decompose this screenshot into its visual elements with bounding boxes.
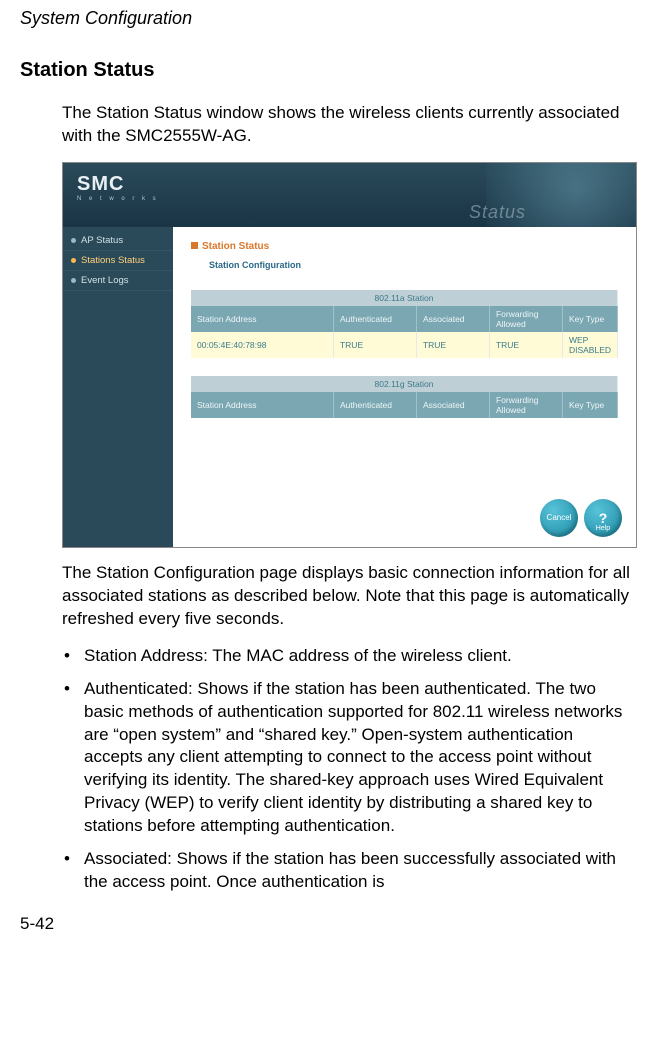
help-label: Help (596, 525, 610, 532)
cell-station-address: 00:05:4E:40:78:98 (191, 332, 333, 358)
col-header: Forwarding Allowed (489, 306, 562, 332)
sidebar-item-label: AP Status (81, 235, 123, 246)
square-icon (191, 242, 198, 249)
section-title: Station Status (20, 59, 630, 82)
embedded-screenshot: SMC N e t w o r k s Status Home Logout A… (62, 162, 637, 548)
list-item: Associated: Shows if the station has bee… (84, 848, 630, 894)
running-header: System Configuration (20, 8, 630, 29)
help-icon: ? (599, 510, 608, 526)
col-header: Key Type (562, 306, 617, 332)
sidebar: AP Status Stations Status Event Logs (63, 227, 173, 547)
sidebar-item-label: Stations Status (81, 255, 145, 266)
header-status-word: Status (469, 202, 526, 223)
cancel-label: Cancel (547, 513, 572, 522)
col-header: Authenticated (334, 392, 417, 418)
cell-forwarding: TRUE (489, 332, 562, 358)
band-header-a: 802.11a Station (191, 290, 618, 306)
bullet-icon (71, 258, 76, 263)
col-header: Forwarding Allowed (490, 392, 563, 418)
sidebar-item-event-logs[interactable]: Event Logs (63, 271, 173, 291)
bullet-icon (71, 278, 76, 283)
cell-key-type: WEP DISABLED (562, 332, 617, 358)
col-header: Station Address (191, 392, 334, 418)
table-802-11g: 802.11g Station Station Address Authenti… (191, 376, 618, 418)
panel-subtitle: Station Configuration (209, 260, 618, 270)
sidebar-item-label: Event Logs (81, 275, 129, 286)
col-header: Associated (417, 392, 490, 418)
col-header: Station Address (191, 306, 333, 332)
action-buttons: Cancel ?Help (540, 499, 622, 537)
table-row: 00:05:4E:40:78:98 TRUE TRUE TRUE WEP DIS… (191, 332, 618, 358)
col-header: Authenticated (333, 306, 416, 332)
logo-text: SMC (63, 163, 159, 196)
panel-title: Station Status (191, 241, 618, 252)
cell-authenticated: TRUE (333, 332, 416, 358)
bullet-icon (71, 238, 76, 243)
app-header: SMC N e t w o r k s Status Home Logout (63, 163, 636, 227)
band-header-g: 802.11g Station (191, 376, 618, 392)
main-panel: Station Status Station Configuration 802… (173, 227, 636, 547)
sidebar-item-stations-status[interactable]: Stations Status (63, 251, 173, 271)
intro-paragraph: The Station Status window shows the wire… (62, 102, 630, 148)
col-header: Associated (416, 306, 489, 332)
after-paragraph: The Station Configuration page displays … (62, 562, 630, 631)
cancel-button[interactable]: Cancel (540, 499, 578, 537)
page-number: 5-42 (20, 914, 630, 934)
panel-title-text: Station Status (202, 241, 269, 252)
list-item: Station Address: The MAC address of the … (84, 645, 630, 668)
list-item: Authenticated: Shows if the station has … (84, 678, 630, 839)
brand-logo: SMC N e t w o r k s (63, 163, 159, 202)
table-802-11a: 802.11a Station Station Address Authenti… (191, 290, 618, 358)
help-button[interactable]: ?Help (584, 499, 622, 537)
logo-subtext: N e t w o r k s (63, 196, 159, 202)
cell-associated: TRUE (416, 332, 489, 358)
bullet-list: Station Address: The MAC address of the … (62, 645, 630, 894)
sidebar-item-ap-status[interactable]: AP Status (63, 231, 173, 251)
col-header: Key Type (563, 392, 618, 418)
